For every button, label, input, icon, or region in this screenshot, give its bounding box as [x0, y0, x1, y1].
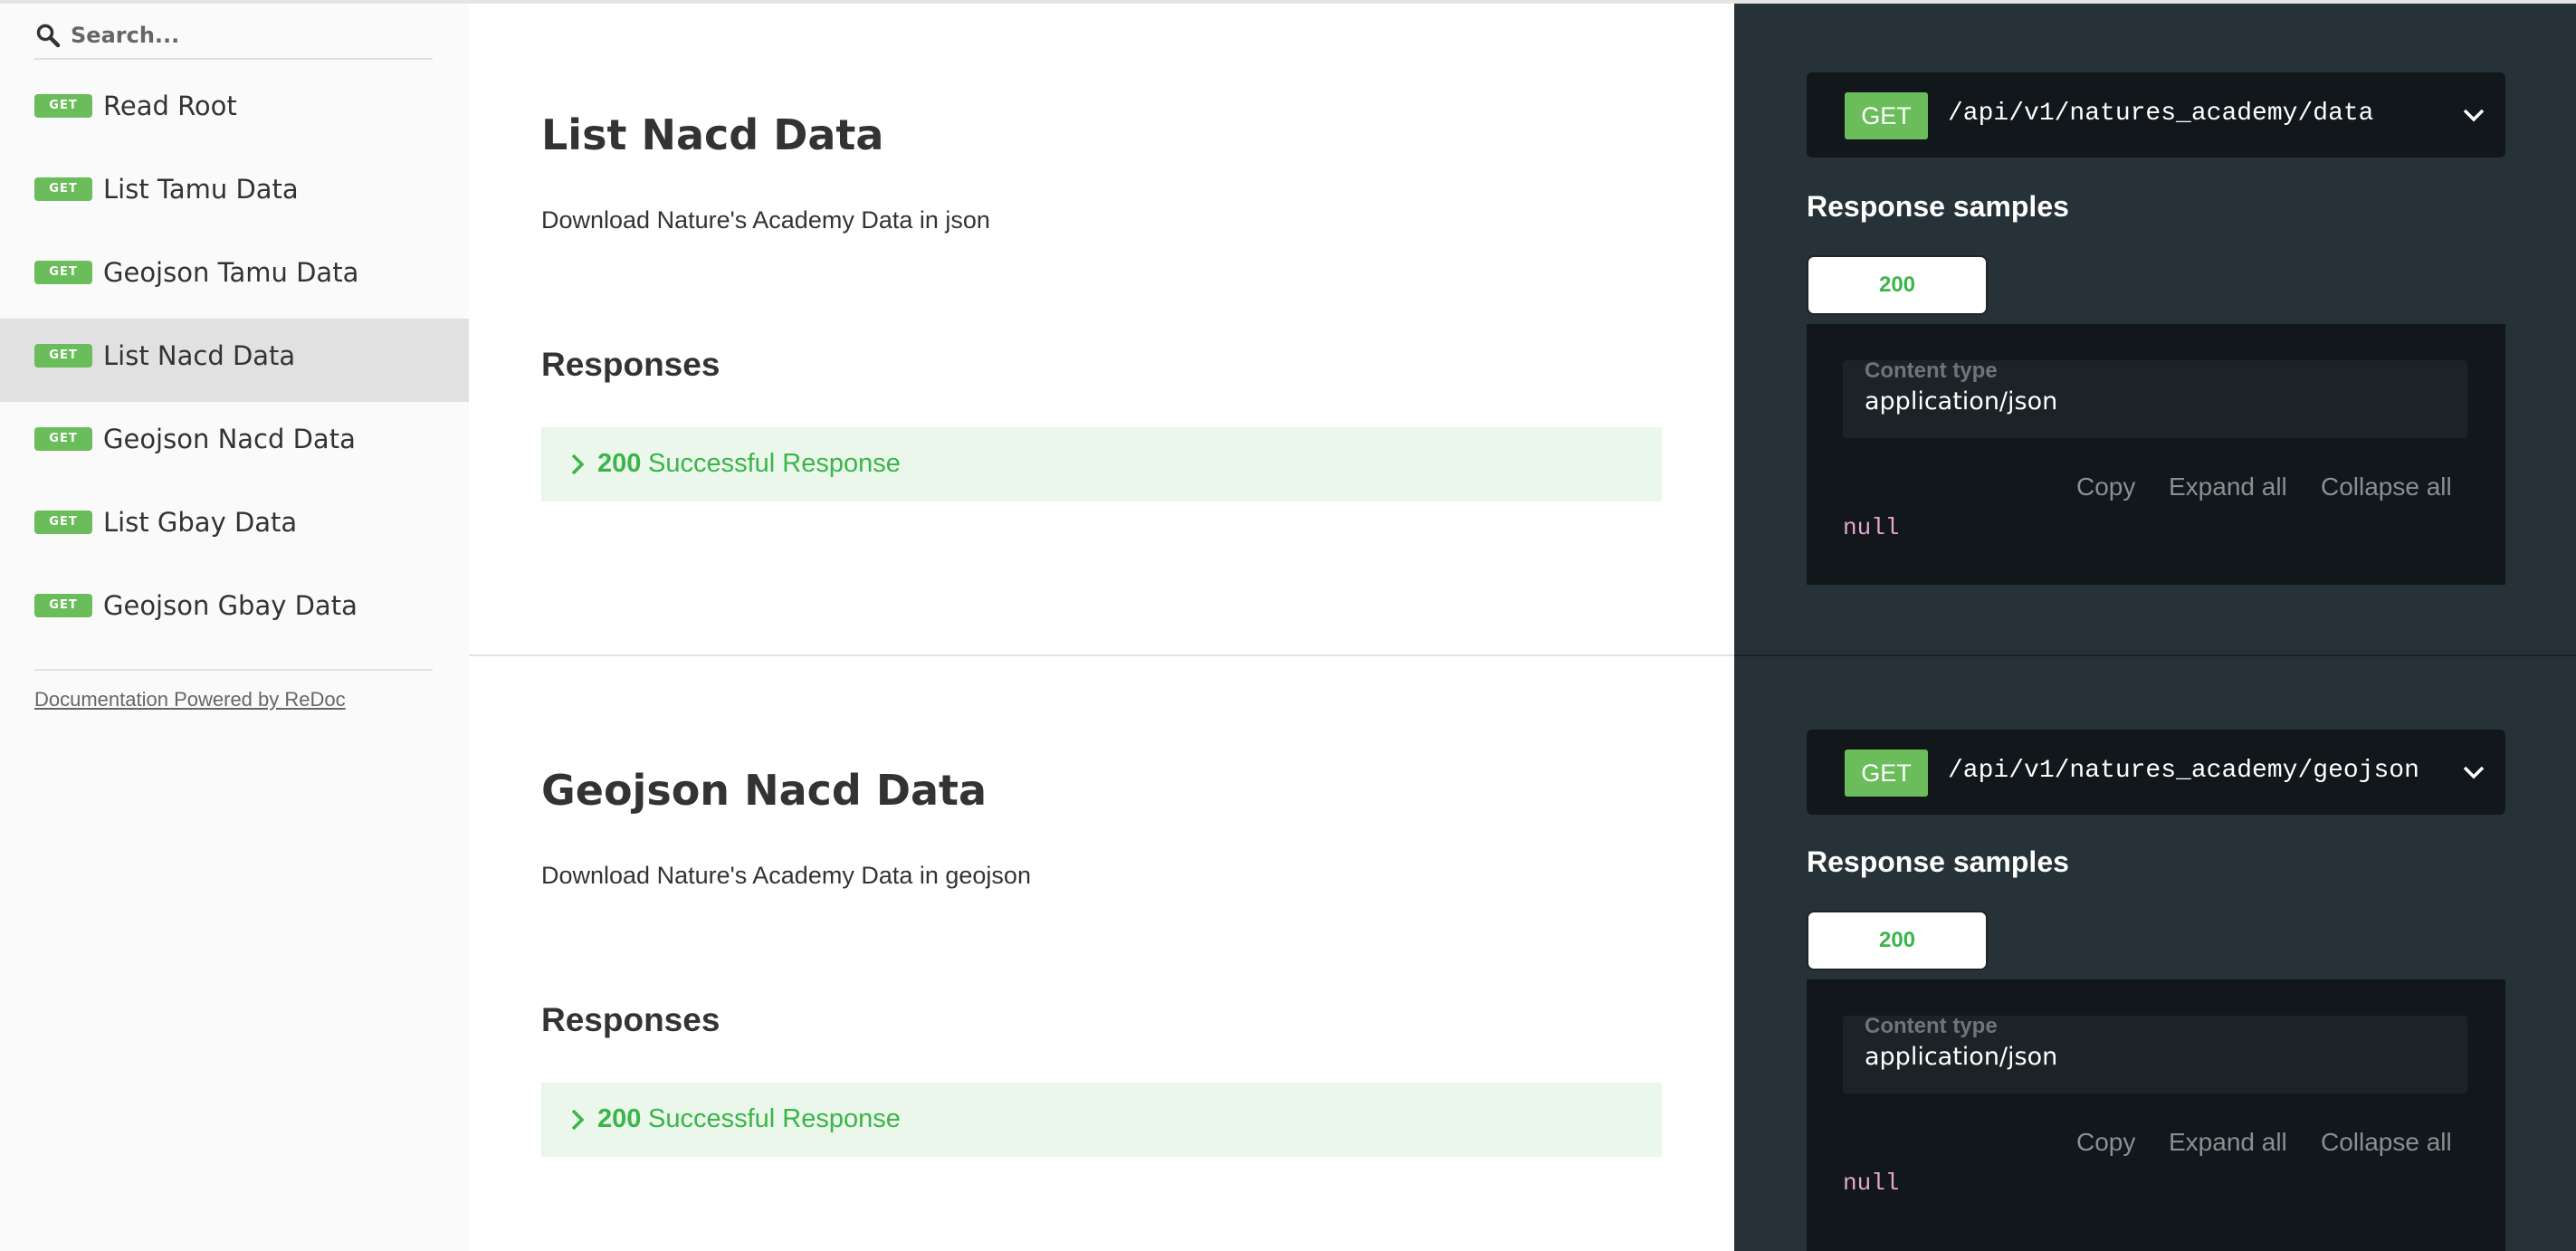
- tab-200[interactable]: 200: [1807, 255, 1988, 315]
- section-divider: [469, 654, 1734, 656]
- samples-panel-divider: [1734, 654, 2576, 656]
- get-method-badge: GET: [34, 94, 92, 118]
- operation-title: List Nacd Data: [541, 110, 884, 159]
- response-samples-heading: Response samples: [1807, 190, 2069, 223]
- search-input[interactable]: [71, 18, 424, 53]
- endpoint-toggle[interactable]: GET /api/v1/natures_academy/geojson: [1807, 730, 2505, 815]
- sidebar-item-geojson-gbay-data[interactable]: GET Geojson Gbay Data: [0, 568, 469, 652]
- response-200-row[interactable]: 200 Successful Response: [541, 427, 1662, 501]
- sidebar-item-list-gbay-data[interactable]: GET List Gbay Data: [0, 485, 469, 568]
- endpoint-path: /api/v1/natures_academy/data: [1948, 100, 2374, 128]
- responses-heading: Responses: [541, 1001, 720, 1038]
- sidebar-item-label: List Gbay Data: [103, 507, 298, 538]
- sidebar-item-label: List Tamu Data: [103, 174, 299, 205]
- search-box: [34, 13, 433, 60]
- sidebar-divider: [34, 669, 433, 671]
- sidebar: GET Read Root GET List Tamu Data GET Geo…: [0, 0, 469, 1251]
- chevron-right-icon: [571, 1109, 585, 1131]
- get-method-badge: GET: [34, 511, 92, 534]
- sample-body: null: [1843, 514, 1900, 541]
- sidebar-item-list-tamu-data[interactable]: GET List Tamu Data: [0, 152, 469, 235]
- response-status-text: Successful Response: [648, 449, 901, 478]
- response-status-code: 200: [597, 449, 642, 478]
- endpoint-toggle[interactable]: GET /api/v1/natures_academy/data: [1807, 72, 2505, 158]
- sidebar-item-read-root[interactable]: GET Read Root: [0, 69, 469, 152]
- get-method-badge: GET: [34, 261, 92, 284]
- content-type-value: application/json: [1865, 387, 2058, 415]
- sidebar-item-geojson-tamu-data[interactable]: GET Geojson Tamu Data: [0, 235, 469, 319]
- search-icon: [36, 24, 61, 48]
- sample-body: null: [1843, 1170, 1900, 1197]
- content-type-label: Content type: [1865, 1014, 1998, 1038]
- endpoint-path: /api/v1/natures_academy/geojson: [1948, 757, 2419, 785]
- redoc-credit-link[interactable]: Documentation Powered by ReDoc: [34, 688, 346, 711]
- content-type-select[interactable]: Content type application/json: [1843, 1014, 2467, 1093]
- sidebar-item-label: Geojson Tamu Data: [103, 257, 359, 288]
- get-method-badge: GET: [34, 594, 92, 617]
- operation-title: Geojson Nacd Data: [541, 766, 987, 815]
- response-sample-box: Content type application/json Copy Expan…: [1807, 979, 2505, 1251]
- content-type-select[interactable]: Content type application/json: [1843, 358, 2467, 438]
- sidebar-item-label: Read Root: [103, 91, 237, 121]
- tab-200[interactable]: 200: [1807, 911, 1988, 970]
- response-status-text: Successful Response: [648, 1104, 901, 1133]
- sidebar-item-label: Geojson Gbay Data: [103, 590, 358, 621]
- sidebar-item-label: Geojson Nacd Data: [103, 424, 356, 454]
- copy-button[interactable]: Copy: [2076, 1128, 2135, 1157]
- sidebar-item-list-nacd-data[interactable]: GET List Nacd Data: [0, 319, 469, 402]
- expand-all-button[interactable]: Expand all: [2169, 1128, 2287, 1157]
- get-method-badge: GET: [34, 427, 92, 451]
- response-samples-heading: Response samples: [1807, 845, 2069, 878]
- content-type-label: Content type: [1865, 358, 1998, 383]
- chevron-down-icon: [2463, 766, 2485, 779]
- response-sample-box: Content type application/json Copy Expan…: [1807, 324, 2505, 585]
- endpoint-method-badge: GET: [1845, 92, 1928, 139]
- expand-all-button[interactable]: Expand all: [2169, 473, 2287, 501]
- collapse-all-button[interactable]: Collapse all: [2321, 473, 2452, 501]
- sidebar-item-label: List Nacd Data: [103, 340, 296, 371]
- operation-description: Download Nature's Academy Data in geojso…: [541, 862, 1031, 889]
- chevron-down-icon: [2463, 109, 2485, 122]
- response-status-code: 200: [597, 1104, 642, 1133]
- collapse-all-button[interactable]: Collapse all: [2321, 1128, 2452, 1157]
- copy-button[interactable]: Copy: [2076, 473, 2135, 501]
- response-200-row[interactable]: 200 Successful Response: [541, 1083, 1662, 1157]
- operation-description: Download Nature's Academy Data in json: [541, 206, 990, 234]
- get-method-badge: GET: [34, 344, 92, 368]
- sidebar-item-geojson-nacd-data[interactable]: GET Geojson Nacd Data: [0, 402, 469, 485]
- endpoint-method-badge: GET: [1845, 750, 1928, 797]
- content-type-value: application/json: [1865, 1043, 2058, 1071]
- responses-heading: Responses: [541, 346, 720, 383]
- chevron-right-icon: [571, 454, 585, 475]
- get-method-badge: GET: [34, 177, 92, 201]
- top-border: [0, 0, 2576, 4]
